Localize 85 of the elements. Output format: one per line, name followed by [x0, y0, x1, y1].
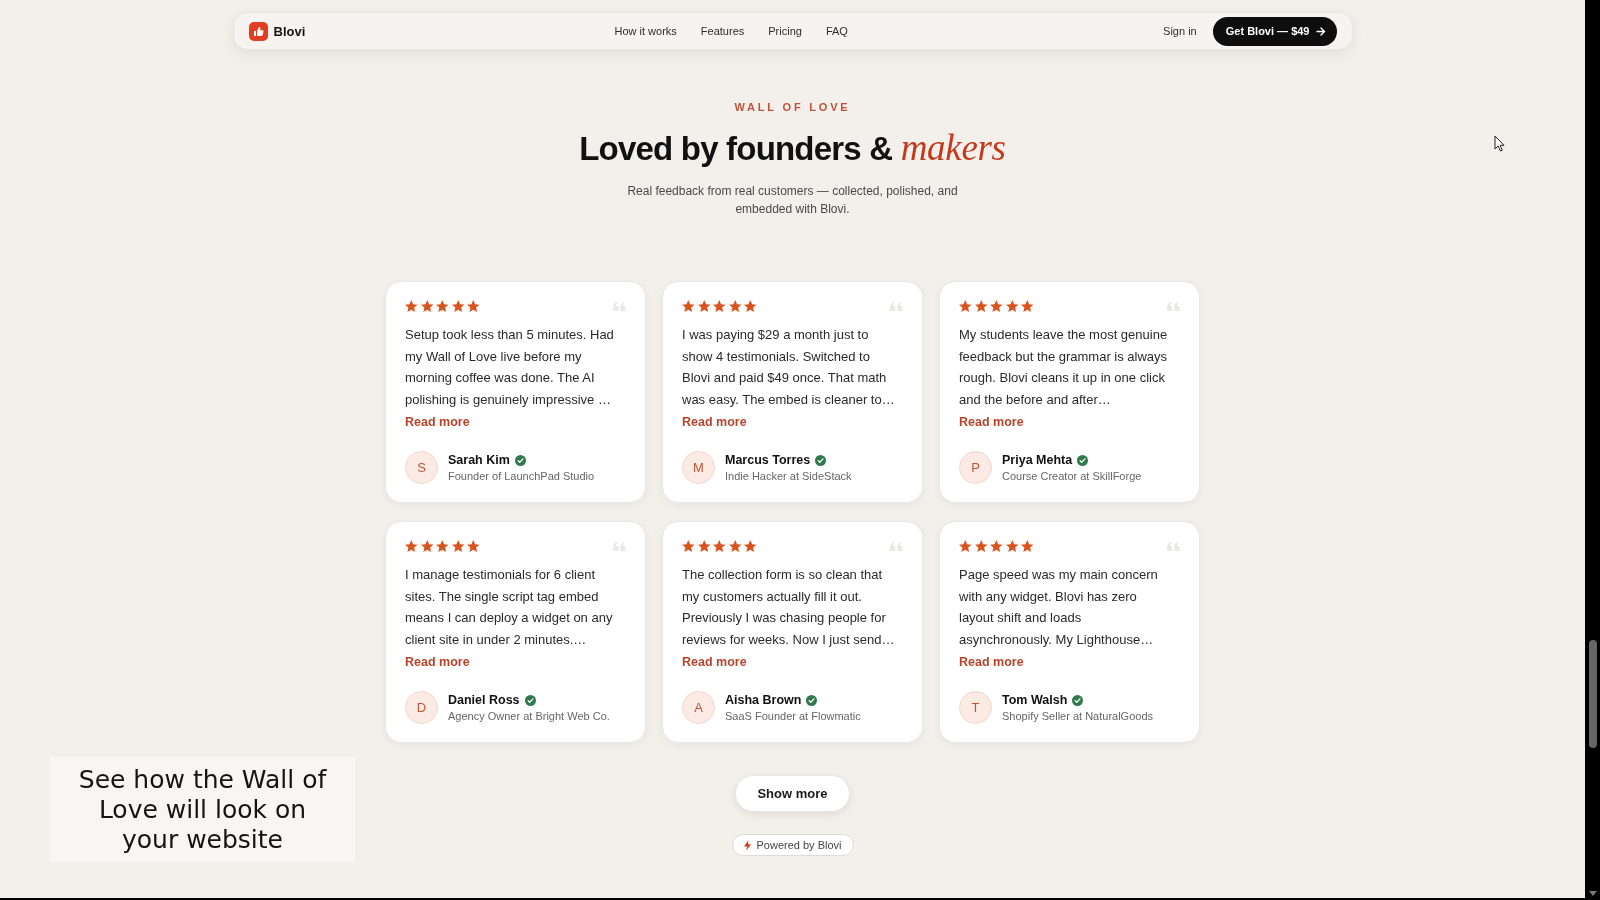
quote-icon [890, 542, 903, 551]
author-name: Priya Mehta [1002, 453, 1073, 467]
avatar: P [959, 451, 992, 484]
star-icon [682, 540, 695, 552]
author-role: Indie Hacker at SideStack [725, 470, 852, 482]
section-subtitle: Real feedback from real customers — collected, polished, and embedded with Blovi. [626, 183, 959, 218]
avatar: T [959, 691, 992, 724]
star-icon [697, 540, 710, 552]
read-more-link[interactable]: Read more [682, 653, 747, 671]
star-icon [974, 300, 987, 312]
author-role: Founder of LaunchPad Studio [448, 470, 595, 482]
star-icon [1005, 300, 1018, 312]
star-icon [744, 300, 757, 312]
arrow-right-icon [1315, 26, 1326, 36]
read-more-link[interactable]: Read more [959, 653, 1024, 671]
show-more-button[interactable]: Show more [735, 775, 850, 812]
read-more-link[interactable]: Read more [959, 413, 1024, 431]
author-role: Agency Owner at Bright Web Co. [448, 710, 610, 722]
star-icon [990, 300, 1003, 312]
author-name: Sarah Kim [448, 453, 510, 467]
star-icon [728, 300, 741, 312]
nav-link[interactable]: FAQ [825, 25, 848, 37]
star-icon [959, 540, 972, 552]
star-icon [1005, 540, 1018, 552]
author-name: Tom Walsh [1002, 693, 1068, 707]
star-icon [959, 300, 972, 312]
read-more-link[interactable]: Read more [405, 653, 470, 671]
avatar: M [682, 451, 715, 484]
star-icon [974, 540, 987, 552]
star-icon [990, 540, 1003, 552]
star-icon [436, 300, 449, 312]
scrollbar-thumb[interactable] [1588, 640, 1597, 748]
powered-by-link[interactable]: Powered by Blovi [731, 834, 854, 856]
lightning-bolt-icon [743, 839, 751, 851]
star-icon [1021, 540, 1034, 552]
testimonial-text: My students leave the most genuine feedback but the grammar is always rough. Blovi cleans it up in one click and the before and after… [959, 326, 1169, 409]
star-icon [451, 300, 464, 312]
video-caption: See how the Wall of Love will look on your website [50, 757, 355, 862]
avatar: D [405, 691, 438, 724]
author-role: Shopify Seller at NaturalGoods [1002, 710, 1154, 722]
testimonial-text: Page speed was my main concern with any widget. Blovi has zero layout shift and loads asynchronously. My Lighthouse… [959, 566, 1159, 649]
read-more-link[interactable]: Read more [682, 413, 747, 431]
star-icon [697, 300, 710, 312]
star-icon [744, 540, 757, 552]
star-icon [451, 540, 464, 552]
star-icon [405, 540, 418, 552]
quote-icon [1167, 542, 1180, 551]
quote-icon [613, 542, 626, 551]
author-role: SaaS Founder at Flowmatic [725, 710, 861, 722]
star-icon [1021, 300, 1034, 312]
star-icon [420, 300, 433, 312]
testimonial-text: Setup took less than 5 minutes. Had my Wall of Love live before my morning coffee was done. The AI polishing is genuinely impressive … [405, 326, 615, 409]
nav-link[interactable]: Pricing [768, 25, 802, 37]
author-name: Daniel Ross [448, 693, 520, 707]
brand-name: Blovi [273, 23, 306, 39]
star-icon [467, 540, 480, 552]
star-icon [467, 300, 480, 312]
quote-icon [890, 302, 903, 311]
testimonial-text: I was paying $29 a month just to show 4 testimonials. Switched to Blovi and paid $49 once. That math was easy. The embed is cleaner to… [682, 326, 895, 409]
section-heading: Loved by founders & makers [579, 128, 1006, 169]
testimonial-text: The collection form is so clean that my customers actually fill it out. Previously I was chasing people for reviews for weeks. Now I just send… [682, 566, 895, 649]
author-name: Aisha Brown [725, 693, 802, 707]
sign-in-link[interactable]: Sign in [1163, 25, 1197, 37]
avatar: S [405, 451, 438, 484]
quote-icon [1167, 302, 1180, 311]
thumbs-up-logo-icon[interactable] [248, 21, 268, 41]
author-role: Course Creator at SkillForge [1002, 470, 1142, 482]
nav-link[interactable]: Features [700, 25, 745, 37]
star-icon [682, 300, 695, 312]
get-blovi-button[interactable]: Get Blovi — $49 [1212, 16, 1337, 46]
star-icon [436, 540, 449, 552]
scroll-down-arrow-icon[interactable] [1588, 891, 1597, 896]
star-icon [728, 540, 741, 552]
nav-link[interactable]: How it works [614, 25, 677, 37]
star-icon [405, 300, 418, 312]
quote-icon [613, 302, 626, 311]
avatar: A [682, 691, 715, 724]
mouse-pointer-icon [1494, 135, 1505, 152]
star-icon [713, 540, 726, 552]
star-icon [713, 300, 726, 312]
read-more-link[interactable]: Read more [405, 413, 470, 431]
testimonial-text: I manage testimonials for 6 client sites. The single script tag embed means I can deploy a widget on any client site in under 2 minutes.… [405, 566, 614, 649]
section-eyebrow: WALL OF LOVE [734, 100, 851, 114]
star-icon [420, 540, 433, 552]
author-name: Marcus Torres [725, 453, 811, 467]
